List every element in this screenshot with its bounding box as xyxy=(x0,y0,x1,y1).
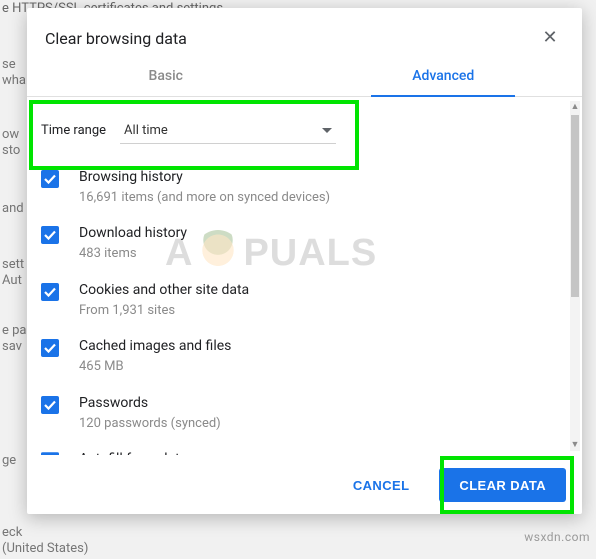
checkbox-passwords[interactable] xyxy=(41,396,59,414)
list-item: Passwords 120 passwords (synced) xyxy=(41,386,558,442)
scrollbar[interactable]: ▲ ▼ xyxy=(570,101,580,451)
time-range-label: Time range xyxy=(41,123,106,138)
item-subtitle: 483 items xyxy=(79,245,187,263)
cancel-button[interactable]: CANCEL xyxy=(333,468,430,502)
item-subtitle: 120 passwords (synced) xyxy=(79,415,221,433)
scroll-down-icon[interactable]: ▼ xyxy=(570,439,580,451)
chevron-down-icon xyxy=(322,128,332,133)
time-range-row: Time range All time xyxy=(27,97,568,154)
scroll-up-icon[interactable]: ▲ xyxy=(570,101,580,113)
dialog-title: Clear browsing data xyxy=(45,29,187,48)
checkbox-browsing-history[interactable] xyxy=(41,170,59,188)
list-item: Cached images and files 465 MB xyxy=(41,329,558,385)
bg-frag: (United States) xyxy=(0,540,160,559)
checkbox-download-history[interactable] xyxy=(41,226,59,244)
checkbox-cookies[interactable] xyxy=(41,283,59,301)
item-title: Passwords xyxy=(79,394,221,413)
list-item: Download history 483 items xyxy=(41,216,558,272)
clear-browsing-data-dialog: Clear browsing data ✕ Basic Advanced Tim… xyxy=(27,8,582,514)
item-title: Download history xyxy=(79,224,187,243)
tabs: Basic Advanced xyxy=(27,56,582,97)
data-type-list: Browsing history 16,691 items (and more … xyxy=(27,154,568,455)
item-subtitle: From 1,931 sites xyxy=(79,302,249,320)
tab-basic[interactable]: Basic xyxy=(27,56,305,96)
source-watermark: wsxdn.com xyxy=(524,530,590,544)
list-item: Cookies and other site data From 1,931 s… xyxy=(41,273,558,329)
clear-data-button[interactable]: CLEAR DATA xyxy=(439,468,566,502)
item-title: Cached images and files xyxy=(79,337,231,356)
item-subtitle: 465 MB xyxy=(79,358,231,376)
time-range-value: All time xyxy=(124,123,168,138)
item-title: Browsing history xyxy=(79,168,330,187)
item-title: Cookies and other site data xyxy=(79,281,249,300)
list-item: Autofill form data xyxy=(41,442,558,455)
close-icon[interactable]: ✕ xyxy=(538,26,562,50)
dialog-actions: CANCEL CLEAR DATA xyxy=(27,455,582,514)
tab-advanced[interactable]: Advanced xyxy=(305,56,583,96)
time-range-select[interactable]: All time xyxy=(120,117,336,144)
checkbox-cache[interactable] xyxy=(41,339,59,357)
item-subtitle: 16,691 items (and more on synced devices… xyxy=(79,189,330,207)
scroll-thumb[interactable] xyxy=(571,115,579,297)
checkbox-autofill[interactable] xyxy=(41,452,59,455)
list-item: Browsing history 16,691 items (and more … xyxy=(41,160,558,216)
item-title: Autofill form data xyxy=(79,450,187,455)
